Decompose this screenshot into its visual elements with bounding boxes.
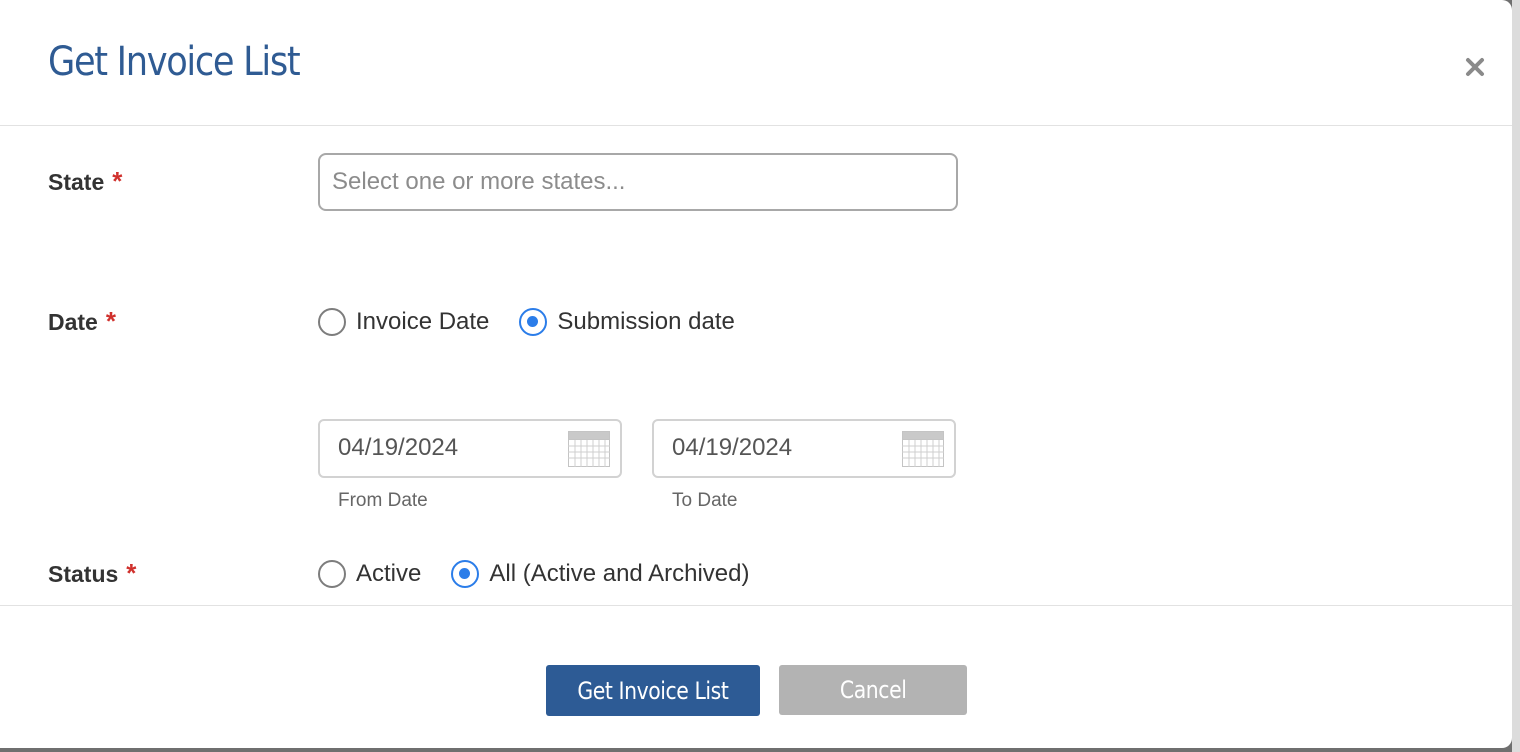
radio-status-active-label: Active: [356, 560, 422, 587]
status-label-text: Status: [48, 561, 119, 587]
radio-status-all[interactable]: All (Active and Archived): [451, 560, 749, 588]
status-label: Status *: [48, 560, 136, 586]
radio-status-active-circle[interactable]: [318, 560, 346, 588]
state-required-mark: *: [112, 166, 123, 196]
page-backdrop: [1512, 0, 1520, 752]
date-label: Date *: [48, 308, 116, 334]
state-multiselect-input[interactable]: [318, 153, 958, 211]
radio-status-active[interactable]: Active: [318, 560, 421, 588]
radio-invoice-date[interactable]: Invoice Date: [318, 308, 489, 336]
modal-body: State * Date * Invoice Date Submission dat…: [0, 126, 1512, 606]
from-date-field[interactable]: 04/19/2024: [318, 419, 622, 478]
status-required-mark: *: [126, 558, 137, 588]
date-type-radio-group: Invoice Date Submission date: [318, 308, 765, 336]
date-required-mark: *: [105, 306, 116, 336]
close-icon: [1466, 58, 1484, 76]
get-invoice-list-button-label: Get Invoice List: [577, 676, 729, 705]
date-label-text: Date: [48, 309, 98, 335]
calendar-icon[interactable]: [568, 431, 610, 467]
to-date-caption: To Date: [672, 490, 738, 511]
radio-invoice-date-label: Invoice Date: [356, 308, 490, 335]
radio-status-all-label: All (Active and Archived): [489, 560, 750, 587]
modal-footer: Get Invoice List Cancel: [0, 606, 1512, 748]
radio-submission-date[interactable]: Submission date: [519, 308, 735, 336]
cancel-button-label: Cancel: [839, 676, 907, 704]
cancel-button[interactable]: Cancel: [779, 665, 967, 715]
radio-submission-date-circle[interactable]: [519, 308, 548, 336]
close-button[interactable]: [1456, 48, 1494, 86]
calendar-icon[interactable]: [902, 431, 944, 467]
radio-submission-date-label: Submission date: [557, 308, 735, 335]
radio-status-all-circle[interactable]: [451, 560, 480, 588]
modal-title: Get Invoice List: [48, 39, 301, 85]
state-label-text: State: [48, 169, 105, 195]
to-date-value[interactable]: 04/19/2024: [672, 436, 792, 460]
from-date-value[interactable]: 04/19/2024: [338, 436, 458, 460]
radio-invoice-date-circle[interactable]: [318, 308, 346, 336]
modal-header: Get Invoice List: [0, 0, 1512, 126]
status-radio-group: Active All (Active and Archived): [318, 560, 779, 588]
get-invoice-list-button[interactable]: Get Invoice List: [546, 665, 760, 716]
from-date-caption: From Date: [338, 490, 428, 511]
to-date-field[interactable]: 04/19/2024: [652, 419, 956, 478]
state-label: State *: [48, 168, 122, 194]
get-invoice-list-modal: Get Invoice List State * Date * Invoice Da…: [0, 0, 1512, 748]
